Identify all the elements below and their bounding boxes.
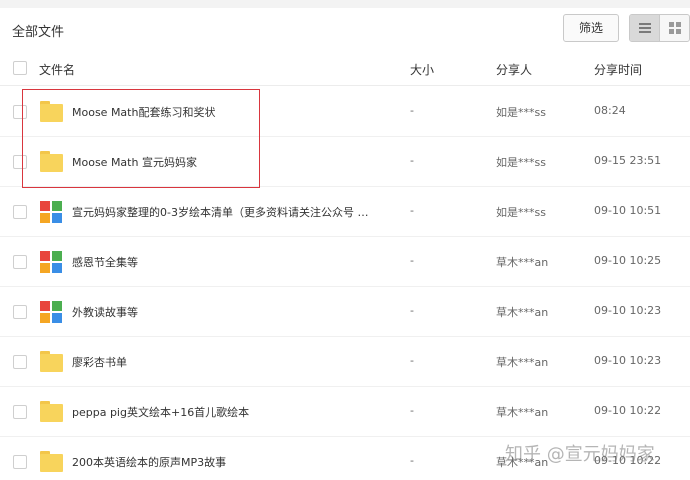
file-sharer: 草木***an xyxy=(496,256,549,269)
highlight-box xyxy=(22,89,260,188)
file-time: 09-10 10:25 xyxy=(594,254,662,267)
file-time: 09-10 10:23 xyxy=(594,354,662,367)
column-sharer-header[interactable]: 分享人 xyxy=(496,61,532,78)
toolbar: 全部文件 筛选 xyxy=(0,8,690,50)
file-time: 08:24 xyxy=(594,104,626,117)
list-view-icon xyxy=(639,22,651,34)
file-name[interactable]: 廖彩杏书单 xyxy=(72,354,402,370)
file-sharer: 如是***ss xyxy=(496,206,546,219)
file-time: 09-10 10:23 xyxy=(594,304,662,317)
file-size: - xyxy=(410,454,414,467)
file-size: - xyxy=(410,304,414,317)
column-header: 文件名 大小 分享人 分享时间 xyxy=(0,50,690,86)
grid-view-icon xyxy=(669,22,681,34)
row-checkbox[interactable] xyxy=(13,455,27,469)
multi-file-icon xyxy=(40,201,63,223)
top-strip xyxy=(0,0,690,8)
view-toggle xyxy=(629,14,690,42)
column-size-header[interactable]: 大小 xyxy=(410,61,434,78)
file-size: - xyxy=(410,254,414,267)
folder-icon xyxy=(40,451,63,473)
list-view-button[interactable] xyxy=(630,15,660,41)
file-size: - xyxy=(410,354,414,367)
file-sharer: 草木***an xyxy=(496,406,549,419)
multi-file-icon xyxy=(40,251,63,273)
row-checkbox[interactable] xyxy=(13,405,27,419)
file-row[interactable]: 廖彩杏书单 - 草木***an 09-10 10:23 xyxy=(0,337,690,387)
file-sharer: 草木***an xyxy=(496,356,549,369)
grid-view-button[interactable] xyxy=(660,15,689,41)
watermark: 知乎 @宣元妈妈家 xyxy=(505,444,655,465)
select-all-checkbox[interactable] xyxy=(13,61,27,75)
file-row[interactable]: 外教读故事等 - 草木***an 09-10 10:23 xyxy=(0,287,690,337)
file-name[interactable]: peppa pig英文绘本+16首儿歌绘本 xyxy=(72,404,402,420)
row-checkbox[interactable] xyxy=(13,305,27,319)
file-name[interactable]: 宣元妈妈家整理的0-3岁绘本清单（更多资料请关注公众号 … xyxy=(72,204,402,220)
row-checkbox[interactable] xyxy=(13,355,27,369)
multi-file-icon xyxy=(40,301,63,323)
file-size: - xyxy=(410,404,414,417)
folder-icon xyxy=(40,401,63,423)
row-checkbox[interactable] xyxy=(13,255,27,269)
file-size: - xyxy=(410,154,414,167)
file-sharer: 草木***an xyxy=(496,306,549,319)
file-name[interactable]: 外教读故事等 xyxy=(72,304,402,320)
file-time: 09-10 10:51 xyxy=(594,204,662,217)
filter-button[interactable]: 筛选 xyxy=(563,14,619,42)
file-size: - xyxy=(410,104,414,117)
file-row[interactable]: peppa pig英文绘本+16首儿歌绘本 - 草木***an 09-10 10… xyxy=(0,387,690,437)
column-time-header[interactable]: 分享时间 xyxy=(594,61,642,78)
file-name[interactable]: 200本英语绘本的原声MP3故事 xyxy=(72,454,402,470)
column-name-header[interactable]: 文件名 xyxy=(39,61,75,78)
file-sharer: 如是***ss xyxy=(496,156,546,169)
file-size: - xyxy=(410,204,414,217)
file-row[interactable]: 感恩节全集等 - 草木***an 09-10 10:25 xyxy=(0,237,690,287)
file-time: 09-15 23:51 xyxy=(594,154,662,167)
file-row[interactable]: 宣元妈妈家整理的0-3岁绘本清单（更多资料请关注公众号 … - 如是***ss … xyxy=(0,187,690,237)
file-sharer: 如是***ss xyxy=(496,106,546,119)
file-time: 09-10 10:22 xyxy=(594,404,662,417)
file-name[interactable]: 感恩节全集等 xyxy=(72,254,402,270)
page-title: 全部文件 xyxy=(12,25,65,40)
folder-icon xyxy=(40,351,63,373)
row-checkbox[interactable] xyxy=(13,205,27,219)
